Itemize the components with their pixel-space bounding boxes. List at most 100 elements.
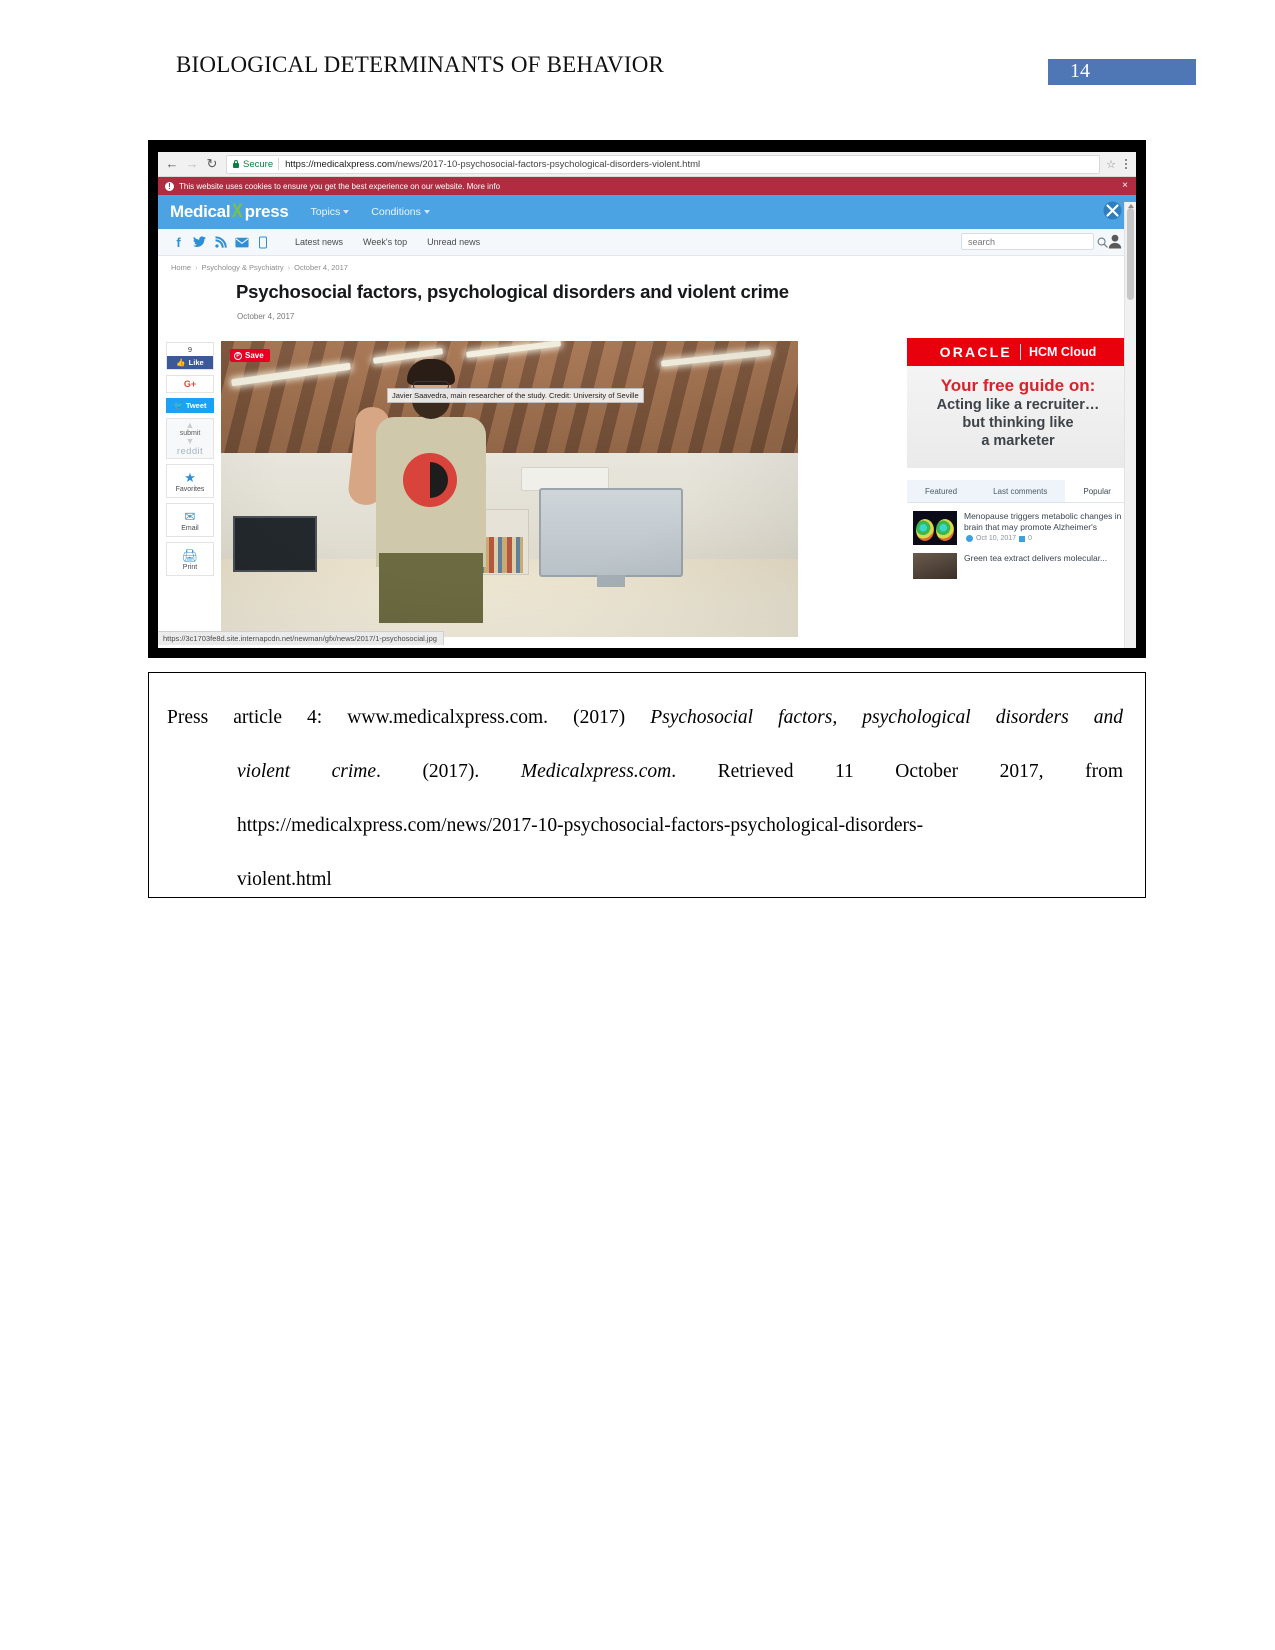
image-vignette [221, 341, 798, 637]
favorites-button[interactable]: ★ Favorites [166, 464, 214, 498]
caption-line-2: violent crime. (2017). Medicalxpress.com… [237, 761, 1123, 782]
back-icon[interactable]: ← [162, 154, 182, 174]
forward-icon[interactable]: → [182, 154, 202, 174]
figure-caption-box: Press article 4: www.medicalxpress.com. … [148, 672, 1146, 898]
pinterest-icon: P [234, 351, 242, 360]
dna-icon: X [232, 201, 243, 222]
oracle-logo: ORACLE [939, 344, 1012, 360]
tab-featured[interactable]: Featured [907, 480, 975, 502]
google-plus-icon: G+ [183, 379, 197, 389]
page-number-badge: 14 [1048, 59, 1196, 85]
email-icon[interactable] [233, 234, 250, 251]
subnav-item-weeks-top[interactable]: Week's top [363, 237, 407, 247]
rss-icon[interactable] [212, 234, 229, 251]
masthead-item-conditions[interactable]: Conditions [371, 206, 430, 218]
brand-text-right: press [244, 202, 289, 221]
article-hero-image: P Save Javier Saavedra, main researcher … [221, 341, 798, 637]
envelope-icon: ✉ [184, 509, 196, 524]
news-item-title[interactable]: Menopause triggers metabolic changes in … [964, 511, 1121, 532]
star-icon: ★ [184, 470, 196, 485]
reload-icon[interactable]: ↻ [202, 154, 222, 174]
brain-scan-icon [936, 519, 954, 541]
print-button[interactable]: 🖨 Print [166, 542, 214, 576]
search-icon[interactable] [1097, 235, 1108, 248]
thumbs-up-icon: 👍 [176, 358, 186, 367]
printer-icon: 🖨 [181, 548, 199, 563]
breadcrumb-item-category[interactable]: Psychology & Psychiatry [202, 263, 284, 272]
brain-scan-icon [916, 519, 934, 541]
facebook-like-count: 9 [187, 345, 193, 354]
facebook-like-button[interactable]: 👍 Like [167, 356, 213, 369]
scrollbar-thumb[interactable] [1127, 208, 1134, 300]
chevron-down-icon [343, 210, 350, 215]
reddit-widget[interactable]: ▲ submit ▼ reddit [166, 418, 214, 459]
user-icon[interactable] [1108, 234, 1122, 249]
address-bar-url: https://medicalxpress.com/news/2017-10-p… [285, 159, 700, 170]
upvote-icon[interactable]: ▲ [167, 421, 213, 430]
vertical-scrollbar[interactable] [1124, 202, 1136, 648]
ad-subline-3: a marketer [981, 433, 1055, 449]
breadcrumb: Home › Psychology & Psychiatry › October 4, … [171, 263, 348, 272]
tab-last-comments[interactable]: Last comments [975, 480, 1065, 502]
address-bar[interactable]: Secure https://medicalxpress.com/news/20… [226, 154, 1101, 174]
cookie-consent-bar: ! This website uses cookies to ensure yo… [158, 177, 1136, 195]
email-label: Email [181, 525, 199, 532]
search-input[interactable] [968, 236, 1087, 247]
kebab-menu-icon[interactable] [1120, 156, 1132, 172]
reddit-wordmark: reddit [176, 446, 204, 457]
ad-product-name: HCM Cloud [1028, 345, 1097, 359]
article-date: October 4, 2017 [237, 312, 295, 321]
status-bar-url: https://3c1703fe8d.site.internapcdn.net/… [158, 631, 444, 645]
twitter-bird-icon: 🐦 [173, 401, 183, 410]
masthead-item-topics[interactable]: Topics [311, 206, 350, 218]
facebook-icon[interactable]: f [170, 234, 187, 251]
site-logo[interactable]: Medical Xpress [170, 201, 289, 223]
clock-icon [966, 535, 973, 542]
brand-text-left: Medical [170, 202, 231, 221]
google-plus-button[interactable]: G+ [166, 375, 214, 393]
cookie-more-info-link[interactable]: More info [467, 182, 500, 191]
twitter-icon[interactable] [191, 234, 208, 251]
ad-divider [1019, 344, 1021, 360]
cookie-close-button[interactable]: × [1122, 180, 1128, 192]
news-item-comments: 0 [1028, 535, 1032, 542]
search-input-wrapper[interactable] [961, 233, 1094, 250]
figure-caption-text: Press article 4: www.medicalxpress.com. … [167, 691, 1123, 907]
browser-window: ← → ↻ Secure https://medicalxpress.com/n… [158, 152, 1136, 648]
page-number-value: 14 [1070, 60, 1090, 82]
secure-label: Secure [243, 158, 274, 170]
site-masthead: Medical Xpress Topics Conditions [158, 195, 1136, 229]
advertisement-oracle[interactable]: ORACLE HCM Cloud Your free guide on: Act… [907, 338, 1129, 468]
address-bar-host: https://medicalxpress.com [285, 158, 395, 170]
print-label: Print [182, 564, 198, 571]
mobile-icon[interactable] [254, 234, 271, 251]
article-page-body: Home › Psychology & Psychiatry › October 4, … [158, 256, 1136, 645]
favorites-label: Favorites [175, 486, 205, 493]
subnav-item-latest-news[interactable]: Latest news [295, 237, 343, 247]
comment-icon [1019, 535, 1026, 542]
downvote-icon[interactable]: ▼ [167, 437, 213, 446]
news-thumbnail [913, 553, 957, 579]
news-item-date: Oct 10, 2017 [976, 535, 1017, 542]
facebook-like-widget[interactable]: 9 👍 Like [166, 342, 214, 370]
star-icon[interactable]: ☆ [1106, 158, 1116, 171]
news-item-meta: Oct 10, 2017 0 [966, 533, 1032, 544]
pinterest-save-button[interactable]: P Save [230, 349, 270, 362]
ad-banner-header: ORACLE HCM Cloud [907, 338, 1129, 366]
tab-popular[interactable]: Popular [1065, 480, 1129, 502]
list-item[interactable]: Menopause triggers metabolic changes in … [907, 503, 1129, 549]
image-credit-caption: Javier Saavedra, main researcher of the … [387, 388, 644, 403]
subnav-item-unread-news[interactable]: Unread news [427, 237, 480, 247]
address-bar-path: /news/2017-10-psychosocial-factors-psych… [394, 158, 701, 170]
breadcrumb-item-home[interactable]: Home [171, 263, 191, 272]
tweet-button[interactable]: 🐦 Tweet [166, 398, 214, 413]
cookie-message: This website uses cookies to ensure you … [179, 181, 501, 191]
list-item[interactable]: Green tea extract delivers molecular... [907, 549, 1129, 583]
browser-toolbar: ← → ↻ Secure https://medicalxpress.com/n… [158, 152, 1136, 177]
ad-body: Your free guide on: Acting like a recrui… [907, 366, 1129, 468]
ad-subline-2: but thinking like [962, 415, 1074, 431]
news-item-title[interactable]: Green tea extract delivers molecular... [964, 553, 1107, 579]
masthead-close-icon[interactable] [1103, 201, 1122, 220]
email-share-button[interactable]: ✉ Email [166, 503, 214, 537]
sidebar-right-rail: ORACLE HCM Cloud Your free guide on: Act… [907, 338, 1129, 583]
